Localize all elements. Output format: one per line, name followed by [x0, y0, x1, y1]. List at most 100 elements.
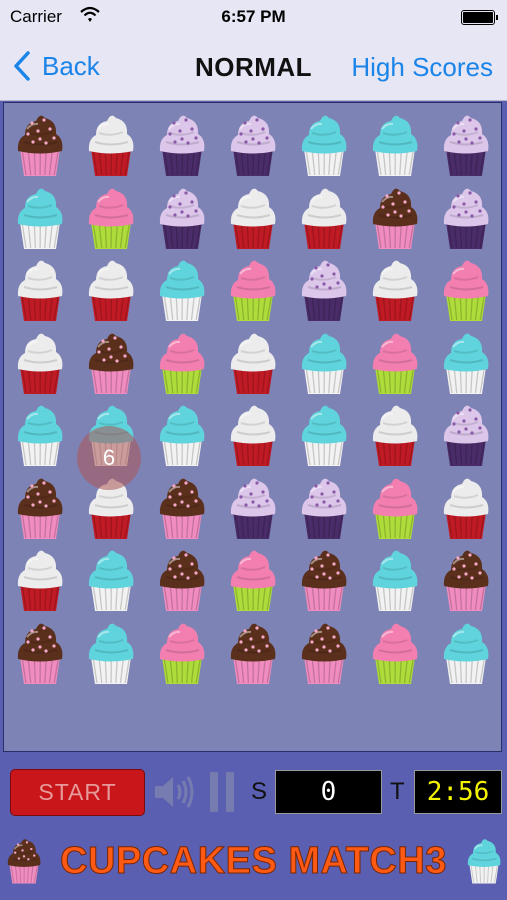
white-cupcake-icon [17, 333, 63, 394]
white-cupcake-tile[interactable] [223, 327, 283, 397]
white-cupcake-tile[interactable] [81, 109, 141, 179]
chocolate-cupcake-tile[interactable] [223, 617, 283, 687]
chocolate-cupcake-tile[interactable] [294, 617, 354, 687]
white-cupcake-tile[interactable] [10, 327, 70, 397]
white-cupcake-tile[interactable] [436, 472, 496, 542]
lavender-cupcake-tile[interactable] [294, 254, 354, 324]
pink-cupcake-tile[interactable] [436, 254, 496, 324]
lavender-cupcake-icon [301, 260, 347, 321]
white-cupcake-tile[interactable] [365, 399, 425, 469]
teal-cupcake-tile[interactable] [294, 399, 354, 469]
white-cupcake-tile[interactable] [81, 254, 141, 324]
chocolate-cupcake-icon [301, 550, 347, 611]
chocolate-cupcake-icon [301, 623, 347, 684]
teal-cupcake-tile[interactable] [152, 399, 212, 469]
lavender-cupcake-tile[interactable] [294, 472, 354, 542]
lavender-cupcake-tile[interactable] [223, 109, 283, 179]
white-cupcake-tile[interactable] [223, 399, 283, 469]
score-label: S [251, 778, 268, 805]
teal-cupcake-tile[interactable] [81, 544, 141, 614]
lavender-cupcake-tile[interactable] [152, 182, 212, 252]
white-cupcake-icon [372, 405, 418, 466]
match-count-badge: 6 [77, 426, 141, 490]
lavender-cupcake-tile[interactable] [223, 472, 283, 542]
teal-cupcake-tile[interactable] [365, 109, 425, 179]
score-display: 0 [275, 770, 382, 814]
footer-logo: CUPCAKES MATCH3 [0, 832, 507, 892]
white-cupcake-icon [230, 405, 276, 466]
chocolate-cupcake-tile[interactable] [10, 109, 70, 179]
teal-cupcake-tile[interactable] [81, 617, 141, 687]
pink-cupcake-icon [88, 188, 134, 249]
high-scores-button[interactable]: High Scores [351, 52, 493, 83]
teal-cupcake-tile[interactable] [152, 254, 212, 324]
lavender-cupcake-icon [443, 405, 489, 466]
pink-cupcake-icon [443, 260, 489, 321]
white-cupcake-icon [372, 260, 418, 321]
teal-cupcake-icon [88, 623, 134, 684]
time-label: T [390, 778, 405, 805]
chocolate-cupcake-tile[interactable] [81, 327, 141, 397]
pink-cupcake-tile[interactable] [365, 617, 425, 687]
white-cupcake-icon [230, 333, 276, 394]
pink-cupcake-icon [159, 623, 205, 684]
speaker-icon[interactable] [152, 772, 196, 812]
chocolate-cupcake-icon [17, 115, 63, 176]
pink-cupcake-icon [372, 623, 418, 684]
timer-display: 2:56 [414, 770, 502, 814]
pause-button[interactable] [207, 772, 237, 812]
white-cupcake-icon [443, 478, 489, 539]
chocolate-cupcake-icon [159, 550, 205, 611]
teal-cupcake-tile[interactable] [436, 617, 496, 687]
teal-cupcake-icon [443, 333, 489, 394]
lavender-cupcake-tile[interactable] [436, 399, 496, 469]
white-cupcake-icon [301, 188, 347, 249]
chocolate-cupcake-tile[interactable] [152, 472, 212, 542]
white-cupcake-tile[interactable] [223, 182, 283, 252]
pink-cupcake-tile[interactable] [81, 182, 141, 252]
white-cupcake-tile[interactable] [10, 254, 70, 324]
chocolate-cupcake-tile[interactable] [436, 544, 496, 614]
pink-cupcake-icon [372, 333, 418, 394]
chocolate-cupcake-tile[interactable] [294, 544, 354, 614]
chocolate-cupcake-tile[interactable] [365, 182, 425, 252]
back-button[interactable]: Back [12, 48, 100, 84]
lavender-cupcake-icon [443, 188, 489, 249]
teal-cupcake-tile[interactable] [10, 182, 70, 252]
teal-cupcake-logo-icon [467, 839, 501, 884]
pink-cupcake-tile[interactable] [365, 472, 425, 542]
chocolate-cupcake-icon [159, 478, 205, 539]
pink-cupcake-icon [230, 260, 276, 321]
chocolate-cupcake-tile[interactable] [152, 544, 212, 614]
teal-cupcake-icon [301, 115, 347, 176]
lavender-cupcake-icon [159, 115, 205, 176]
pause-icon [210, 772, 218, 812]
start-button[interactable]: START [10, 769, 145, 816]
teal-cupcake-tile[interactable] [436, 327, 496, 397]
white-cupcake-icon [88, 115, 134, 176]
chocolate-cupcake-tile[interactable] [10, 472, 70, 542]
pink-cupcake-tile[interactable] [223, 544, 283, 614]
pink-cupcake-tile[interactable] [152, 617, 212, 687]
game-board [3, 102, 502, 752]
white-cupcake-tile[interactable] [10, 544, 70, 614]
status-bar: Carrier 6:57 PM [0, 0, 507, 34]
pink-cupcake-tile[interactable] [365, 327, 425, 397]
clock-time: 6:57 PM [221, 7, 286, 26]
chocolate-cupcake-tile[interactable] [10, 617, 70, 687]
teal-cupcake-tile[interactable] [365, 544, 425, 614]
teal-cupcake-icon [88, 550, 134, 611]
lavender-cupcake-tile[interactable] [436, 109, 496, 179]
teal-cupcake-tile[interactable] [294, 109, 354, 179]
lavender-cupcake-icon [443, 115, 489, 176]
teal-cupcake-tile[interactable] [10, 399, 70, 469]
pink-cupcake-tile[interactable] [223, 254, 283, 324]
lavender-cupcake-tile[interactable] [152, 109, 212, 179]
pink-cupcake-tile[interactable] [152, 327, 212, 397]
teal-cupcake-tile[interactable] [294, 327, 354, 397]
white-cupcake-tile[interactable] [365, 254, 425, 324]
white-cupcake-icon [17, 550, 63, 611]
teal-cupcake-icon [301, 333, 347, 394]
white-cupcake-tile[interactable] [294, 182, 354, 252]
lavender-cupcake-tile[interactable] [436, 182, 496, 252]
